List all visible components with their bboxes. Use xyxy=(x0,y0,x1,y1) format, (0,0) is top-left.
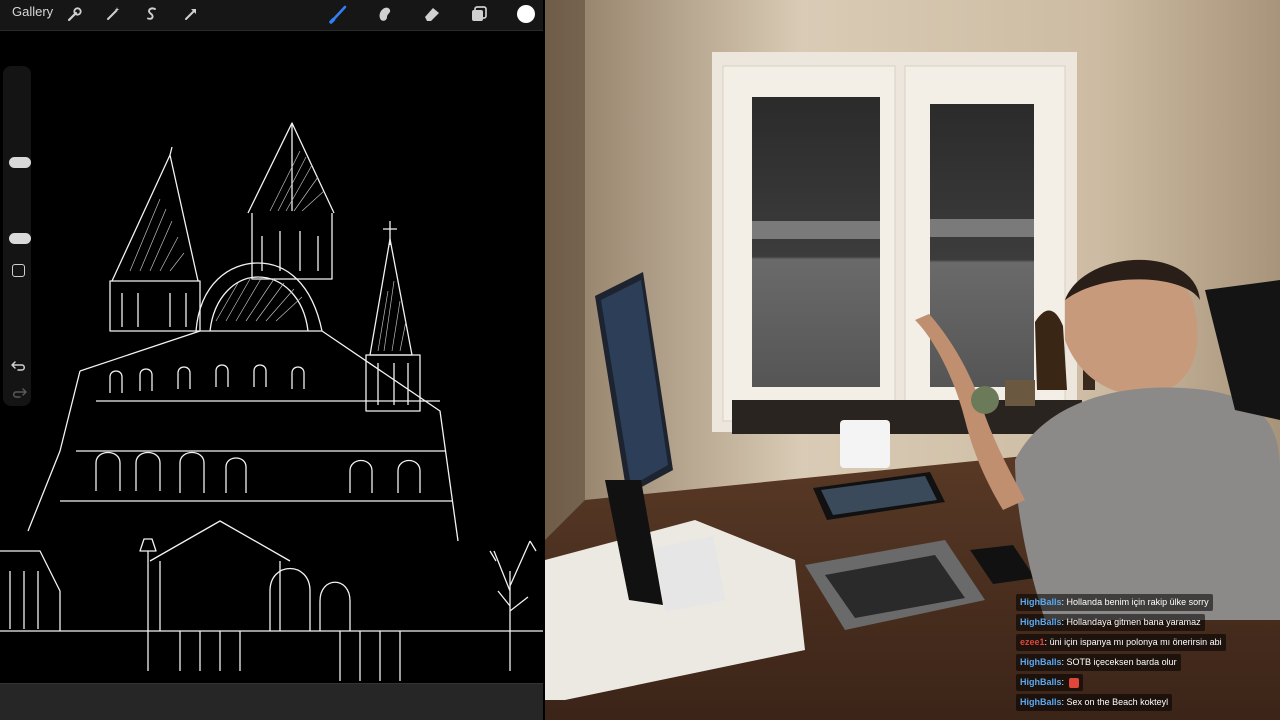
brush-size-slider[interactable] xyxy=(9,157,31,168)
chat-separator: : xyxy=(1044,637,1048,647)
chat-separator: : xyxy=(1061,697,1065,707)
chat-separator: : xyxy=(1061,597,1065,607)
color-swatch[interactable] xyxy=(515,3,537,25)
chat-separator: : xyxy=(1061,617,1065,627)
chat-text: Hollandaya gitmen bana yaramaz xyxy=(1066,617,1201,627)
chat-username: HighBalls xyxy=(1020,617,1062,627)
chat-message: HighBalls: Sex on the Beach kokteyl xyxy=(1016,694,1173,711)
top-toolbar: Gallery xyxy=(0,0,543,31)
chat-text: Sex on the Beach kokteyl xyxy=(1066,697,1169,707)
smudge-icon[interactable] xyxy=(374,3,396,25)
chat-text: üni için ispanya mı polonya mı önerirsin… xyxy=(1049,637,1222,647)
drawing-canvas[interactable] xyxy=(0,31,543,683)
chat-username: HighBalls xyxy=(1020,697,1062,707)
chat-overlay: HighBalls: Hollanda benim için rakip ülk… xyxy=(1016,594,1270,714)
wrench-icon[interactable] xyxy=(63,3,85,25)
selection-icon[interactable] xyxy=(141,3,163,25)
chat-message: HighBalls: SOTB içeceksen barda olur xyxy=(1016,654,1181,671)
chat-separator: : xyxy=(1061,677,1065,687)
chat-message: ezee1: üni için ispanya mı polonya mı ön… xyxy=(1016,634,1226,651)
magic-wand-icon[interactable] xyxy=(102,3,124,25)
church-line-drawing xyxy=(0,122,543,681)
side-controls-bar xyxy=(3,66,31,406)
drawing-app: Gallery xyxy=(0,0,543,720)
mug xyxy=(840,420,890,468)
eraser-icon[interactable] xyxy=(421,3,443,25)
redo-icon[interactable] xyxy=(10,386,28,400)
opacity-slider[interactable] xyxy=(9,233,31,244)
chat-message: HighBalls: Hollandaya gitmen bana yarama… xyxy=(1016,614,1205,631)
chat-username: ezee1 xyxy=(1020,637,1045,647)
transform-icon[interactable] xyxy=(180,3,202,25)
chat-username: HighBalls xyxy=(1020,657,1062,667)
undo-icon[interactable] xyxy=(10,359,28,373)
chat-username: HighBalls xyxy=(1020,677,1062,687)
chat-text: SOTB içeceksen barda olur xyxy=(1066,657,1177,667)
chat-message: HighBalls: Hollanda benim için rakip ülk… xyxy=(1016,594,1213,611)
gallery-button[interactable]: Gallery xyxy=(12,4,53,20)
canvas-bottom-strip xyxy=(0,683,543,720)
chat-message: HighBalls: xyxy=(1016,674,1083,691)
layers-icon[interactable] xyxy=(468,3,490,25)
emote-icon xyxy=(1068,677,1079,688)
chat-username: HighBalls xyxy=(1020,597,1062,607)
chat-text: Hollanda benim için rakip ülke sorry xyxy=(1066,597,1209,607)
chat-separator: : xyxy=(1061,657,1065,667)
brush-icon[interactable] xyxy=(328,3,350,25)
modify-button[interactable] xyxy=(12,264,25,277)
